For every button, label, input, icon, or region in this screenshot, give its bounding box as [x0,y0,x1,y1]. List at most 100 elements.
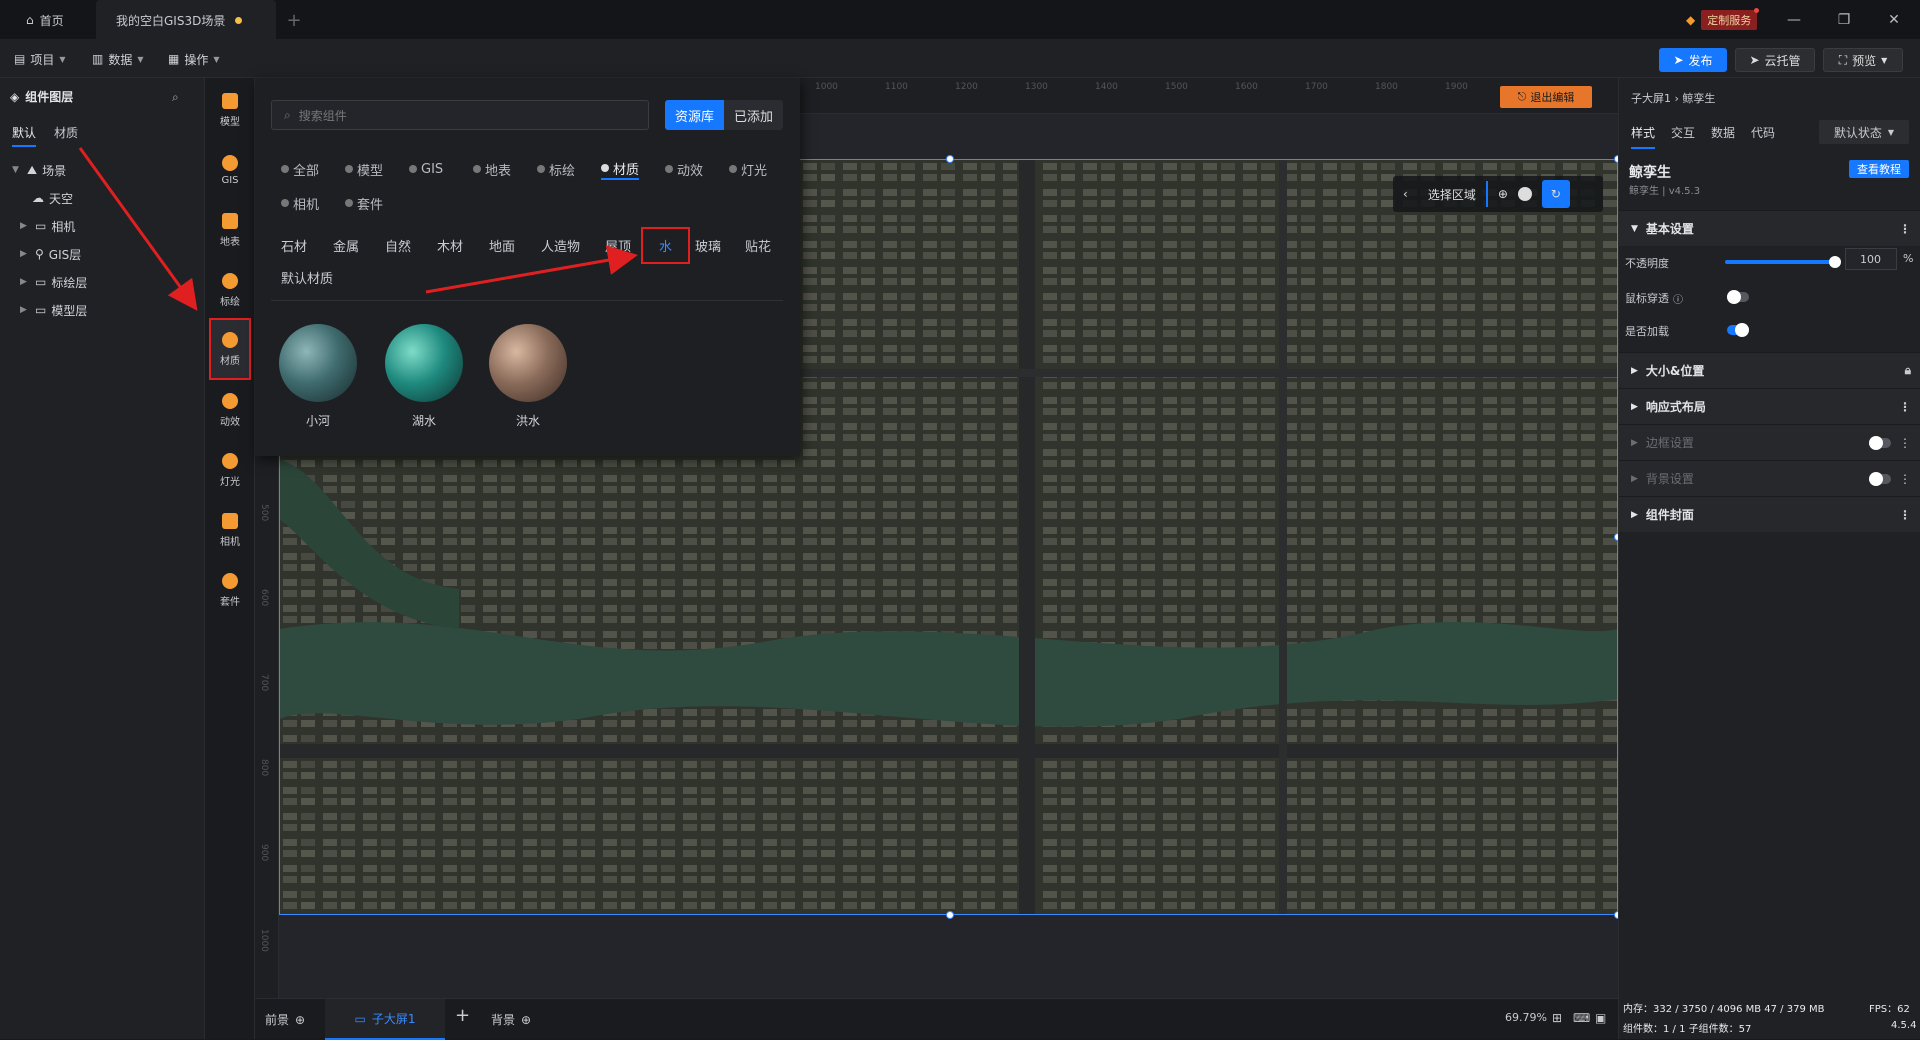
background-toggle[interactable] [1869,472,1891,486]
exit-edit-button[interactable]: ⎋ 退出编辑 [1500,86,1592,108]
cloud-host-button[interactable]: ➤ 云托管 [1735,48,1815,72]
zoom-level[interactable]: 69.79% [1505,1011,1547,1024]
arrow-to-material-rail [78,147,198,311]
rail-item-label: 动效 [220,416,240,428]
fullscreen-icon: ⛶ [1838,52,1848,67]
send-icon: ➤ [1749,53,1760,67]
mouse-through-text: 鼠标穿透 [1625,292,1669,305]
section-label: 背景设置 [1645,472,1694,486]
rail-item-label: 灯光 [220,476,240,488]
tab-code[interactable]: 代码 [1751,124,1775,149]
material-icon [222,331,238,348]
category-light[interactable]: 灯光 [729,158,767,180]
circle-icon[interactable] [1517,187,1532,201]
gem-icon: ◆ [1686,13,1696,27]
preview-button[interactable]: ⛶ 预览 ▼ [1823,48,1903,72]
subcategory-decal[interactable]: 贴花 [745,236,771,255]
add-screen-button[interactable]: + [455,1005,470,1026]
added-button[interactable]: 已添加 [724,100,783,130]
opacity-slider-thumb[interactable] [1829,256,1841,268]
preview-label: 预览 [1852,53,1877,68]
help-icon[interactable]: ⓘ [1673,291,1683,306]
add-circle-icon[interactable]: ⊕ [295,1013,305,1027]
breadcrumb: 子大屏1 › 鲸孪生 [1631,92,1716,105]
publish-button[interactable]: ➤ 发布 [1659,48,1727,72]
ruler-tick: 900 [259,844,269,862]
section-background[interactable]: ▶ 背景设置 ⋮ [1619,460,1920,496]
lock-icon[interactable]: 🔒︎ [1905,363,1911,378]
globe-icon[interactable]: ⊕ [1498,187,1508,201]
chevron-right-icon: ▶ [1631,437,1638,448]
material-flood-label: 洪水 [515,414,540,428]
ruler-tick: 1700 [1305,82,1328,92]
chevron-left-icon[interactable]: ‹ [1403,187,1408,201]
section-basic-settings[interactable]: ▼ 基本设置 ⋮ [1619,210,1920,246]
section-cover[interactable]: ▶ 组件封面 ⋮ [1619,496,1920,532]
ruler-tick: 500 [259,504,269,522]
border-toggle[interactable] [1869,436,1891,450]
custom-service-button[interactable]: ◆ 定制服务 [1686,8,1760,30]
rail-item-effect[interactable]: 动效 [209,384,251,436]
opacity-input[interactable]: 100 [1845,248,1897,270]
state-select[interactable]: 默认状态 ▼ [1819,120,1909,144]
mouse-through-toggle[interactable] [1727,290,1749,304]
ruler-tick: 1100 [885,82,908,92]
rail-item-camera[interactable]: 相机 [209,504,251,556]
keyboard-icon[interactable]: ⌨ [1573,1011,1590,1025]
arrow-to-water [425,245,638,294]
more-icon[interactable]: ⋮ [1899,400,1911,414]
section-border[interactable]: ▶ 边框设置 ⋮ [1619,424,1920,460]
background-label: 背景 [491,1013,516,1027]
rail-item-kit[interactable]: 套件 [209,564,251,616]
foreground-label: 前景 [265,1013,290,1027]
terminal-icon[interactable]: ▣ [1595,1011,1606,1025]
close-icon[interactable]: ✕ [1882,8,1906,32]
more-icon[interactable]: ⋮ [1899,222,1911,236]
ruler-tick: 800 [259,759,269,777]
section-label: 基本设置 [1645,222,1694,236]
monitor-icon: ▭ [354,1011,366,1026]
rotate-icon[interactable]: ↻ [1541,180,1570,208]
chevron-right-icon: ▶ [1631,473,1638,484]
restore-icon[interactable]: ❐ [1832,8,1856,32]
tutorial-button[interactable]: 查看教程 [1849,160,1909,178]
section-size-position[interactable]: ▶ 大小&位置 🔒︎ [1619,352,1920,388]
material-lake-label: 湖水 [411,414,436,428]
lazy-load-label: 是否加载 [1625,325,1669,338]
rail-item-light[interactable]: 灯光 [209,444,251,496]
chevron-down-icon: ▼ [1881,55,1888,65]
fit-screen-icon[interactable]: ⊞ [1552,1011,1562,1025]
ruler-tick: 1800 [1375,82,1398,92]
tab-data[interactable]: 数据 [1711,124,1735,149]
opacity-slider[interactable] [1725,256,1841,268]
rail-item-label: 套件 [220,596,240,608]
rail-item-material[interactable]: 材质 [209,318,251,380]
foreground-tab[interactable]: 前景 ⊕ [265,1011,305,1028]
more-icon[interactable]: ⋮ [1899,472,1911,486]
resize-handle[interactable] [946,155,954,163]
lazy-load-toggle[interactable] [1727,323,1749,337]
toggle-knob [1869,436,1883,450]
more-icon[interactable]: ⋮ [1899,436,1911,450]
opacity-unit: % [1903,252,1914,265]
minimize-icon[interactable]: — [1782,8,1806,32]
more-icon[interactable]: ⋮ [1899,508,1911,522]
camera-icon [222,512,238,529]
section-label: 组件封面 [1645,508,1694,522]
material-river-thumb[interactable] [279,324,357,402]
resize-handle[interactable] [946,911,954,919]
annotation-arrows [78,147,638,311]
toggle-knob [1727,290,1741,304]
tab-style[interactable]: 样式 [1631,124,1656,149]
screen-bar: 前景 ⊕ ▭ 子大屏1 + 背景 ⊕ 69.79% ⊞ ⌨ ▣ [255,998,1618,1040]
background-tab[interactable]: 背景 ⊕ [491,1011,531,1028]
tab-interaction[interactable]: 交互 [1671,124,1695,149]
chevron-right-icon: ▶ [1631,509,1638,520]
screen-tab-active[interactable]: ▭ 子大屏1 [325,999,445,1040]
material-lake-thumb[interactable] [385,324,463,402]
select-area-button[interactable]: 选择区域 [1428,186,1476,203]
ruler-tick: 1300 [1025,82,1048,92]
add-circle-icon[interactable]: ⊕ [521,1013,531,1027]
material-flood-thumb[interactable] [489,324,567,402]
section-responsive[interactable]: ▶ 响应式布局 ⋮ [1619,388,1920,424]
